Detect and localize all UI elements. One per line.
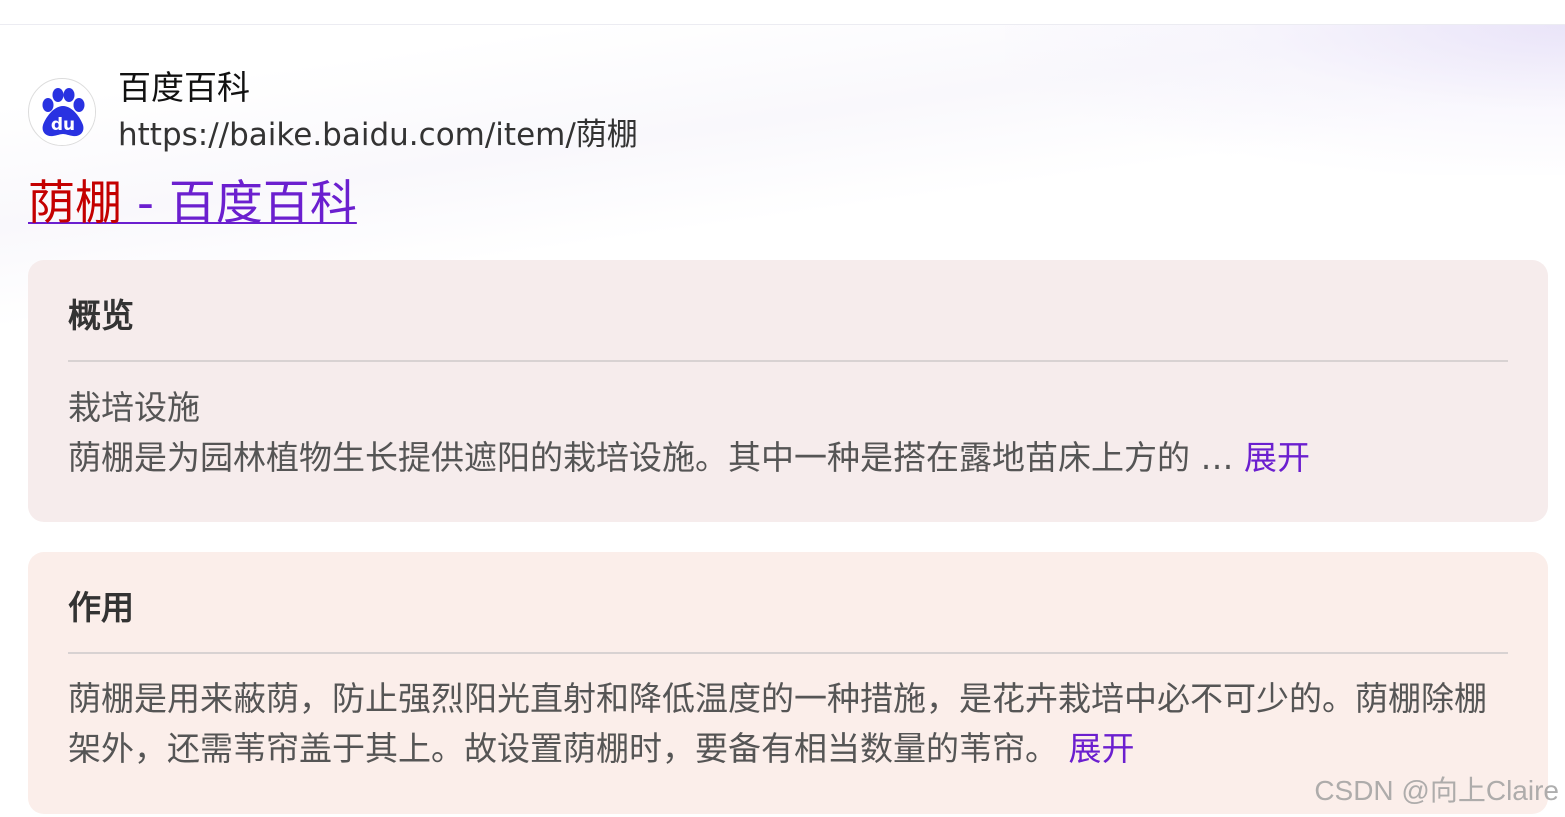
overview-heading: 概览 — [68, 296, 134, 335]
watermark: CSDN @向上Claire — [1314, 775, 1559, 806]
overview-snippet: 荫棚是为园林植物生长提供遮阳的栽培设施。其中一种是搭在露地苗床上方的 … 展开 — [68, 434, 1310, 482]
baidu-logo-graphic: du — [30, 80, 95, 145]
title-keyword: 荫棚 — [28, 176, 122, 231]
result-title-link[interactable]: 荫棚 - 百度百科 — [28, 174, 357, 234]
top-strip — [0, 0, 1565, 25]
source-url[interactable]: https://baike.baidu.com/item/荫棚 — [118, 114, 638, 156]
overview-divider — [68, 360, 1508, 362]
function-divider — [68, 652, 1508, 654]
overview-panel: 概览 栽培设施 荫棚是为园林植物生长提供遮阳的栽培设施。其中一种是搭在露地苗床上… — [28, 260, 1548, 522]
overview-snippet-text: 荫棚是为园林植物生长提供遮阳的栽培设施。其中一种是搭在露地苗床上方的 … — [68, 438, 1244, 477]
function-expand-link[interactable]: 展开 — [1069, 729, 1135, 768]
function-snippet-text: 荫棚是用来蔽荫，防止强烈阳光直射和降低温度的一种措施，是花卉栽培中必不可少的。荫… — [68, 679, 1487, 768]
overview-expand-link[interactable]: 展开 — [1244, 438, 1310, 477]
source-site-name[interactable]: 百度百科 — [118, 66, 250, 110]
baidu-paw-icon[interactable]: du — [28, 78, 96, 146]
title-rest: - 百度百科 — [122, 176, 357, 231]
logo-text: du — [51, 115, 75, 135]
function-snippet: 荫棚是用来蔽荫，防止强烈阳光直射和降低温度的一种措施，是花卉栽培中必不可少的。荫… — [68, 674, 1512, 774]
function-heading: 作用 — [68, 588, 134, 627]
overview-subtitle: 栽培设施 — [68, 388, 200, 427]
